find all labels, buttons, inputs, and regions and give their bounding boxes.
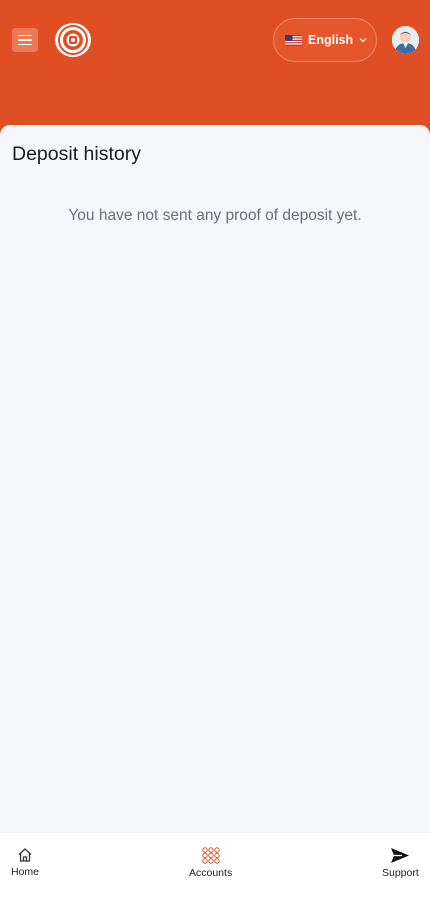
deposit-history-card: Deposit history You have not sent any pr… <box>0 125 430 833</box>
send-icon <box>391 848 410 863</box>
avatar-icon <box>392 26 419 54</box>
nav-home[interactable]: Home <box>11 847 39 878</box>
grid-icon <box>201 847 220 864</box>
top-header: English <box>0 0 430 140</box>
language-selector[interactable]: English <box>273 18 377 62</box>
logo-icon <box>58 25 88 55</box>
page-title: Deposit history <box>12 143 141 165</box>
empty-state-message: You have not sent any proof of deposit y… <box>68 207 362 224</box>
chevron-down-icon <box>359 38 367 43</box>
nav-support-label: Support <box>382 867 419 879</box>
nav-accounts[interactable]: Accounts <box>189 847 232 879</box>
user-avatar[interactable] <box>392 26 419 54</box>
nav-home-label: Home <box>11 866 40 878</box>
menu-icon-line <box>18 39 32 41</box>
menu-icon-line <box>18 34 32 37</box>
language-label: English <box>308 33 354 47</box>
nav-support[interactable]: Support <box>382 847 419 879</box>
nav-accounts-label: Accounts <box>189 867 233 879</box>
us-flag-icon <box>285 34 302 46</box>
bottom-navigation: Home Accounts Support <box>0 833 430 900</box>
menu-button[interactable] <box>12 28 38 52</box>
home-icon <box>18 848 32 862</box>
brand-logo[interactable] <box>55 23 91 57</box>
menu-icon-line <box>18 43 32 46</box>
